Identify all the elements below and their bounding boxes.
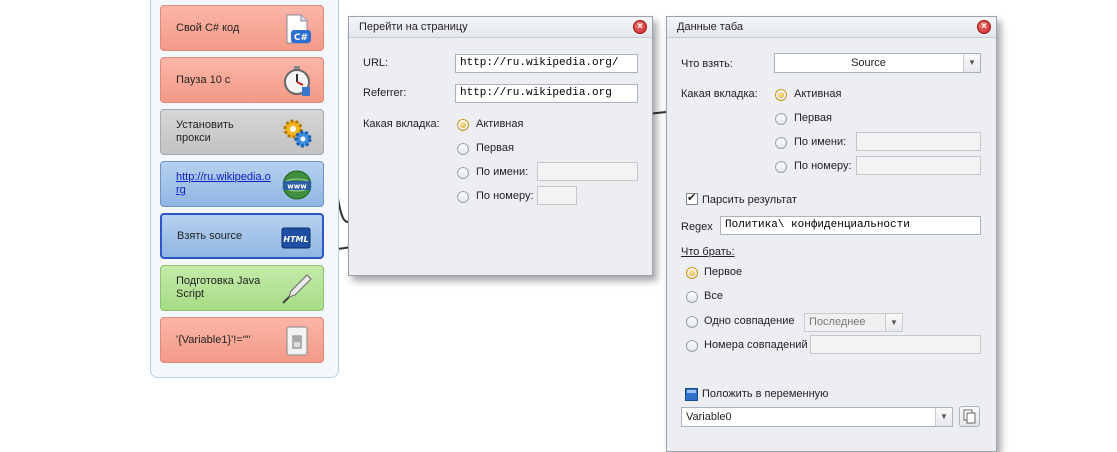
radio-by-name[interactable] (457, 167, 469, 179)
pen-nib-icon (282, 274, 312, 304)
radio-first-label: Первая (476, 142, 514, 154)
action-navigate-url[interactable]: http://ru.wikipedia.org www (160, 161, 324, 207)
chevron-down-icon[interactable]: ▼ (885, 314, 902, 331)
parse-result-checkbox[interactable]: ✔ (686, 192, 698, 205)
navigate-dialog: Перейти на страницу × URL: http://ru.wik… (348, 16, 653, 276)
what-select-value: Source (851, 57, 886, 69)
stopwatch-icon (284, 66, 310, 96)
variable-icon (685, 388, 698, 401)
radio-take-one-match[interactable] (686, 316, 698, 328)
radio-by-number-label: По номеру: (476, 190, 534, 202)
csharp-code-icon: C# (286, 14, 311, 44)
tab-label: Какая вкладка: (363, 118, 440, 130)
radio-take-all-label: Все (704, 290, 723, 302)
action-label: Пауза 10 с (176, 73, 231, 86)
tab-number-input[interactable] (537, 186, 577, 205)
action-csharp-code[interactable]: Свой C# код C# (160, 5, 324, 51)
tab-number-input[interactable] (856, 156, 981, 175)
dialog-title: Перейти на страницу (349, 17, 652, 38)
radio-take-match-numbers[interactable] (686, 340, 698, 352)
regex-label: Regex (681, 221, 713, 233)
take-label: Что брать: (681, 246, 735, 258)
match-numbers-input[interactable] (810, 335, 981, 354)
what-select[interactable]: Source ▼ (774, 53, 981, 73)
www-globe-icon: www (282, 170, 312, 200)
radio-by-number-label: По номеру: (794, 160, 852, 172)
gears-icon (283, 119, 312, 148)
url-input[interactable]: http://ru.wikipedia.org/ (455, 54, 638, 73)
radio-by-name-label: По имени: (476, 166, 529, 178)
tab-name-input[interactable] (856, 132, 981, 151)
html-icon: HTML (281, 227, 311, 249)
save-var-label: Положить в переменную (702, 388, 829, 400)
radio-by-number[interactable] (457, 191, 469, 203)
radio-take-one-match-label: Одно совпадение (704, 315, 795, 327)
chevron-down-icon[interactable]: ▼ (935, 408, 952, 426)
chevron-down-icon[interactable]: ▼ (963, 54, 980, 72)
close-icon[interactable]: × (633, 20, 647, 34)
radio-active-tab[interactable] (775, 89, 787, 101)
radio-active-label: Активная (476, 118, 524, 130)
action-pause[interactable]: Пауза 10 с (160, 57, 324, 103)
radio-take-all[interactable] (686, 291, 698, 303)
variable-select-value: Variable0 (686, 411, 732, 423)
radio-take-match-numbers-label: Номера совпадений (704, 339, 808, 351)
tab-name-input[interactable] (537, 162, 638, 181)
radio-take-first[interactable] (686, 267, 698, 279)
radio-first-tab[interactable] (775, 113, 787, 125)
tab-label: Какая вкладка: (681, 88, 758, 100)
svg-text:C#: C# (294, 33, 308, 43)
match-select[interactable]: Последнее ▼ (804, 313, 903, 332)
switch-icon (286, 326, 308, 356)
radio-by-number[interactable] (775, 161, 787, 173)
referrer-input[interactable]: http://ru.wikipedia.org (455, 84, 638, 103)
svg-text:HTML: HTML (283, 235, 308, 244)
action-label: Взять source (177, 229, 243, 242)
radio-active-tab[interactable] (457, 119, 469, 131)
radio-by-name-label: По имени: (794, 136, 847, 148)
action-get-source[interactable]: Взять source HTML (160, 213, 324, 259)
regex-input[interactable]: Политика\ конфиденциальности (720, 216, 981, 235)
url-label: URL: (363, 57, 389, 69)
action-label: Подготовка Java Script (176, 275, 261, 300)
action-label: Установить прокси (176, 119, 234, 144)
action-label: '{Variable1}'!="" (176, 333, 251, 346)
svg-text:www: www (287, 183, 307, 191)
check-icon: ✔ (687, 192, 697, 204)
what-label: Что взять: (681, 58, 733, 70)
radio-take-first-label: Первое (704, 266, 743, 278)
action-link[interactable]: http://ru.wikipedia.org (176, 171, 271, 197)
tab-data-dialog: Данные таба × Что взять: Source ▼ Какая … (666, 16, 997, 452)
radio-active-label: Активная (794, 88, 842, 100)
action-set-proxy[interactable]: Установить прокси (160, 109, 324, 155)
radio-by-name[interactable] (775, 137, 787, 149)
referrer-label: Referrer: (363, 87, 407, 99)
radio-first-tab[interactable] (457, 143, 469, 155)
copy-variable-button[interactable] (959, 406, 980, 427)
match-select-value: Последнее (809, 316, 866, 328)
copy-icon (963, 409, 976, 424)
action-label: Свой C# код (176, 21, 240, 34)
close-icon[interactable]: × (977, 20, 991, 34)
parse-result-label: Парсить результат (702, 194, 797, 206)
radio-first-label: Первая (794, 112, 832, 124)
action-condition[interactable]: '{Variable1}'!="" (160, 317, 324, 363)
dialog-title: Данные таба (667, 17, 996, 38)
action-prepare-js[interactable]: Подготовка Java Script (160, 265, 324, 311)
variable-select[interactable]: Variable0 ▼ (681, 407, 953, 427)
